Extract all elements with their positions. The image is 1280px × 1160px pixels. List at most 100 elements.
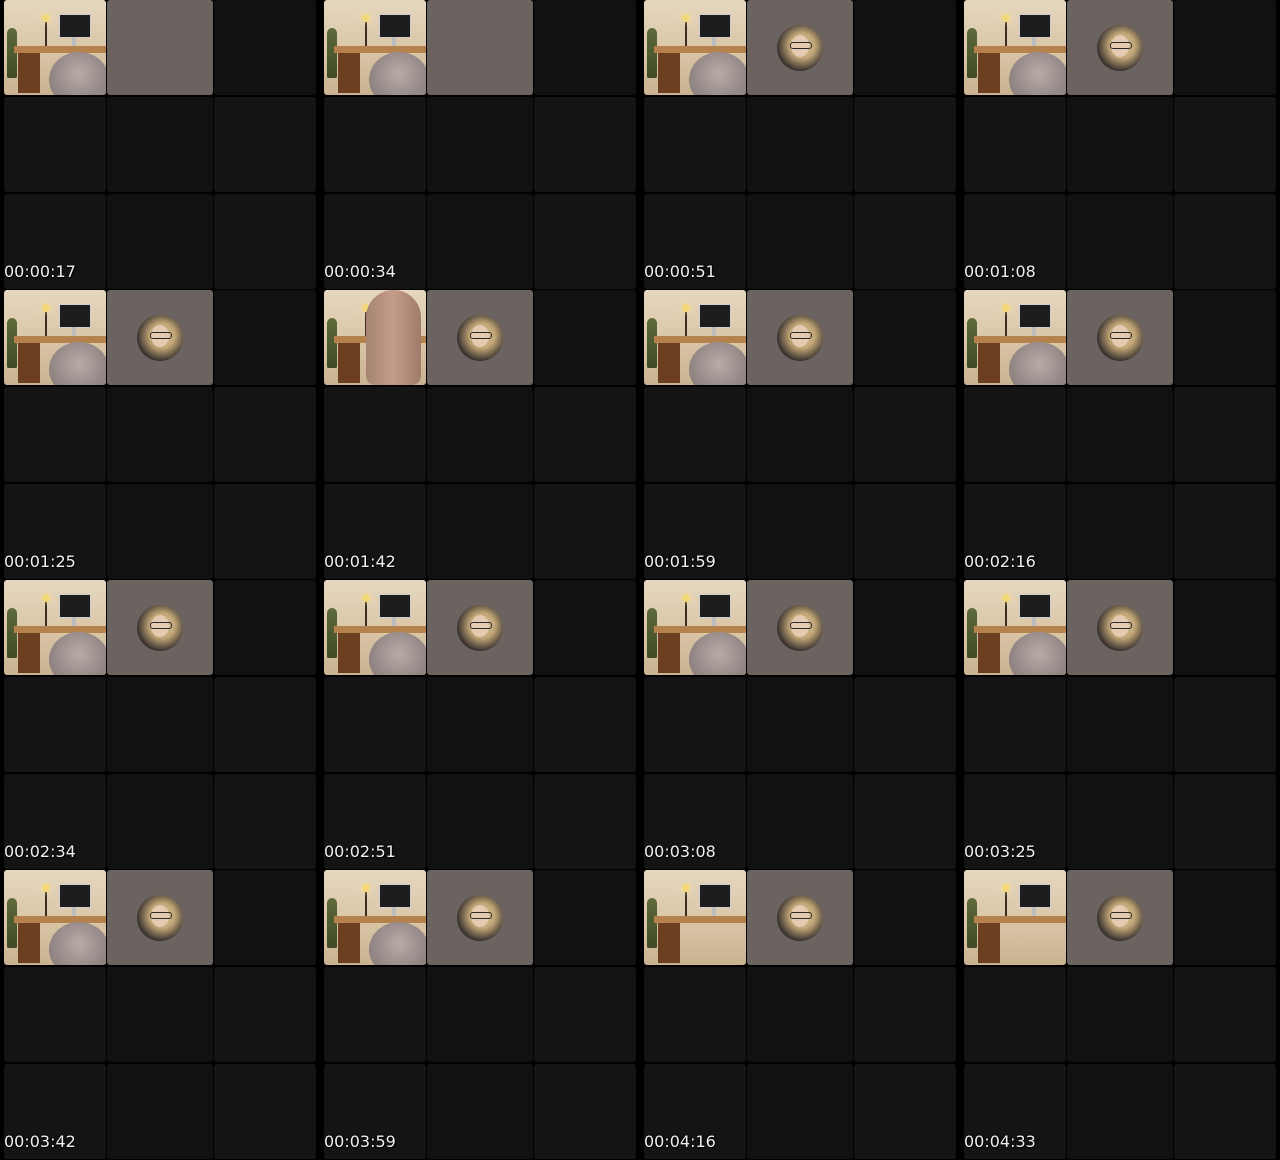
empty-tile [854, 580, 956, 675]
empty-tile [534, 1064, 636, 1159]
video-thumbnail[interactable]: 00:04:33 [960, 870, 1280, 1160]
camera-tile [644, 580, 746, 675]
desk-leg-image [338, 633, 360, 673]
empty-tile [1067, 1064, 1173, 1159]
lamp-arm-image [365, 600, 367, 626]
plant-image [7, 608, 17, 658]
call-grid [324, 870, 636, 1160]
video-thumbnail[interactable]: 00:02:34 [0, 580, 320, 870]
glasses-icon [470, 911, 492, 919]
monitor-stand-image [1032, 907, 1036, 916]
lamp-arm-image [1005, 20, 1007, 46]
empty-tile [747, 677, 853, 772]
glasses-icon [470, 621, 492, 629]
lamp-arm-image [365, 890, 367, 916]
empty-tile [1174, 1064, 1276, 1159]
glasses-icon [150, 331, 172, 339]
video-thumbnail[interactable]: 00:00:34 [320, 0, 640, 290]
camera-tile [324, 870, 426, 965]
empty-tile [427, 97, 533, 192]
video-thumbnail[interactable]: 00:01:42 [320, 290, 640, 580]
plant-image [647, 28, 657, 78]
camera-tile [324, 290, 426, 385]
camera-tile [324, 580, 426, 675]
empty-tile [324, 387, 426, 482]
video-thumbnail[interactable]: 00:03:25 [960, 580, 1280, 870]
glasses-icon [790, 331, 812, 339]
empty-tile [1174, 870, 1276, 965]
lamp-arm-image [45, 310, 47, 336]
call-grid [4, 580, 316, 870]
timestamp-label: 00:03:42 [4, 1132, 76, 1151]
participant-tile [1067, 0, 1173, 95]
empty-tile [214, 677, 316, 772]
participant-avatar [137, 314, 183, 361]
call-grid [4, 290, 316, 580]
call-grid [644, 870, 956, 1160]
plant-image [967, 608, 977, 658]
glasses-icon [470, 331, 492, 339]
empty-tile [214, 580, 316, 675]
monitor-image [1019, 14, 1051, 38]
head-image [1009, 632, 1066, 675]
video-thumbnail[interactable]: 00:01:25 [0, 290, 320, 580]
participant-avatar [777, 314, 823, 361]
video-thumbnail[interactable]: 00:01:59 [640, 290, 960, 580]
monitor-image [1019, 594, 1051, 618]
call-grid [964, 0, 1276, 290]
lamp-image [682, 304, 690, 312]
participant-tile [747, 580, 853, 675]
monitor-stand-image [712, 327, 716, 336]
plant-image [7, 28, 17, 78]
video-thumbnail[interactable]: 00:03:59 [320, 870, 640, 1160]
empty-tile [107, 97, 213, 192]
glasses-icon [790, 621, 812, 629]
desk-leg-image [658, 633, 680, 673]
monitor-image [59, 594, 91, 618]
glasses-icon [790, 911, 812, 919]
timestamp-label: 00:03:59 [324, 1132, 396, 1151]
empty-tile [854, 97, 956, 192]
empty-tile [427, 194, 533, 289]
timestamp-label: 00:04:33 [964, 1132, 1036, 1151]
desk-image [654, 46, 746, 53]
head-image [369, 52, 426, 95]
timestamp-label: 00:01:25 [4, 552, 76, 571]
empty-tile [747, 1064, 853, 1159]
video-thumbnail[interactable]: 00:04:16 [640, 870, 960, 1160]
video-contact-sheet: 00:00:17 00:00:34 00:00:51 00:01:08 00:0… [0, 0, 1280, 1160]
empty-tile [1067, 387, 1173, 482]
monitor-image [699, 304, 731, 328]
monitor-image [59, 14, 91, 38]
video-thumbnail[interactable]: 00:00:51 [640, 0, 960, 290]
camera-tile [964, 580, 1066, 675]
video-thumbnail[interactable]: 00:03:42 [0, 870, 320, 1160]
empty-tile [1067, 774, 1173, 869]
empty-tile [747, 194, 853, 289]
video-thumbnail[interactable]: 00:01:08 [960, 0, 1280, 290]
glasses-icon [1110, 911, 1132, 919]
monitor-image [59, 884, 91, 908]
desk-image [974, 626, 1066, 633]
lamp-image [1002, 304, 1010, 312]
empty-tile [214, 484, 316, 579]
video-thumbnail[interactable]: 00:02:51 [320, 580, 640, 870]
participant-tile [1067, 580, 1173, 675]
empty-tile [534, 290, 636, 385]
empty-tile [4, 97, 106, 192]
empty-tile [427, 1064, 533, 1159]
video-thumbnail[interactable]: 00:00:17 [0, 0, 320, 290]
camera-tile [964, 0, 1066, 95]
empty-tile [107, 194, 213, 289]
empty-tile [1067, 484, 1173, 579]
empty-tile [1174, 290, 1276, 385]
video-thumbnail[interactable]: 00:03:08 [640, 580, 960, 870]
video-thumbnail[interactable]: 00:02:16 [960, 290, 1280, 580]
participant-avatar [457, 894, 503, 941]
empty-tile [107, 1064, 213, 1159]
desk-leg-image [18, 633, 40, 673]
empty-tile [1067, 967, 1173, 1062]
monitor-image [379, 14, 411, 38]
empty-tile [534, 0, 636, 95]
desk-image [974, 336, 1066, 343]
